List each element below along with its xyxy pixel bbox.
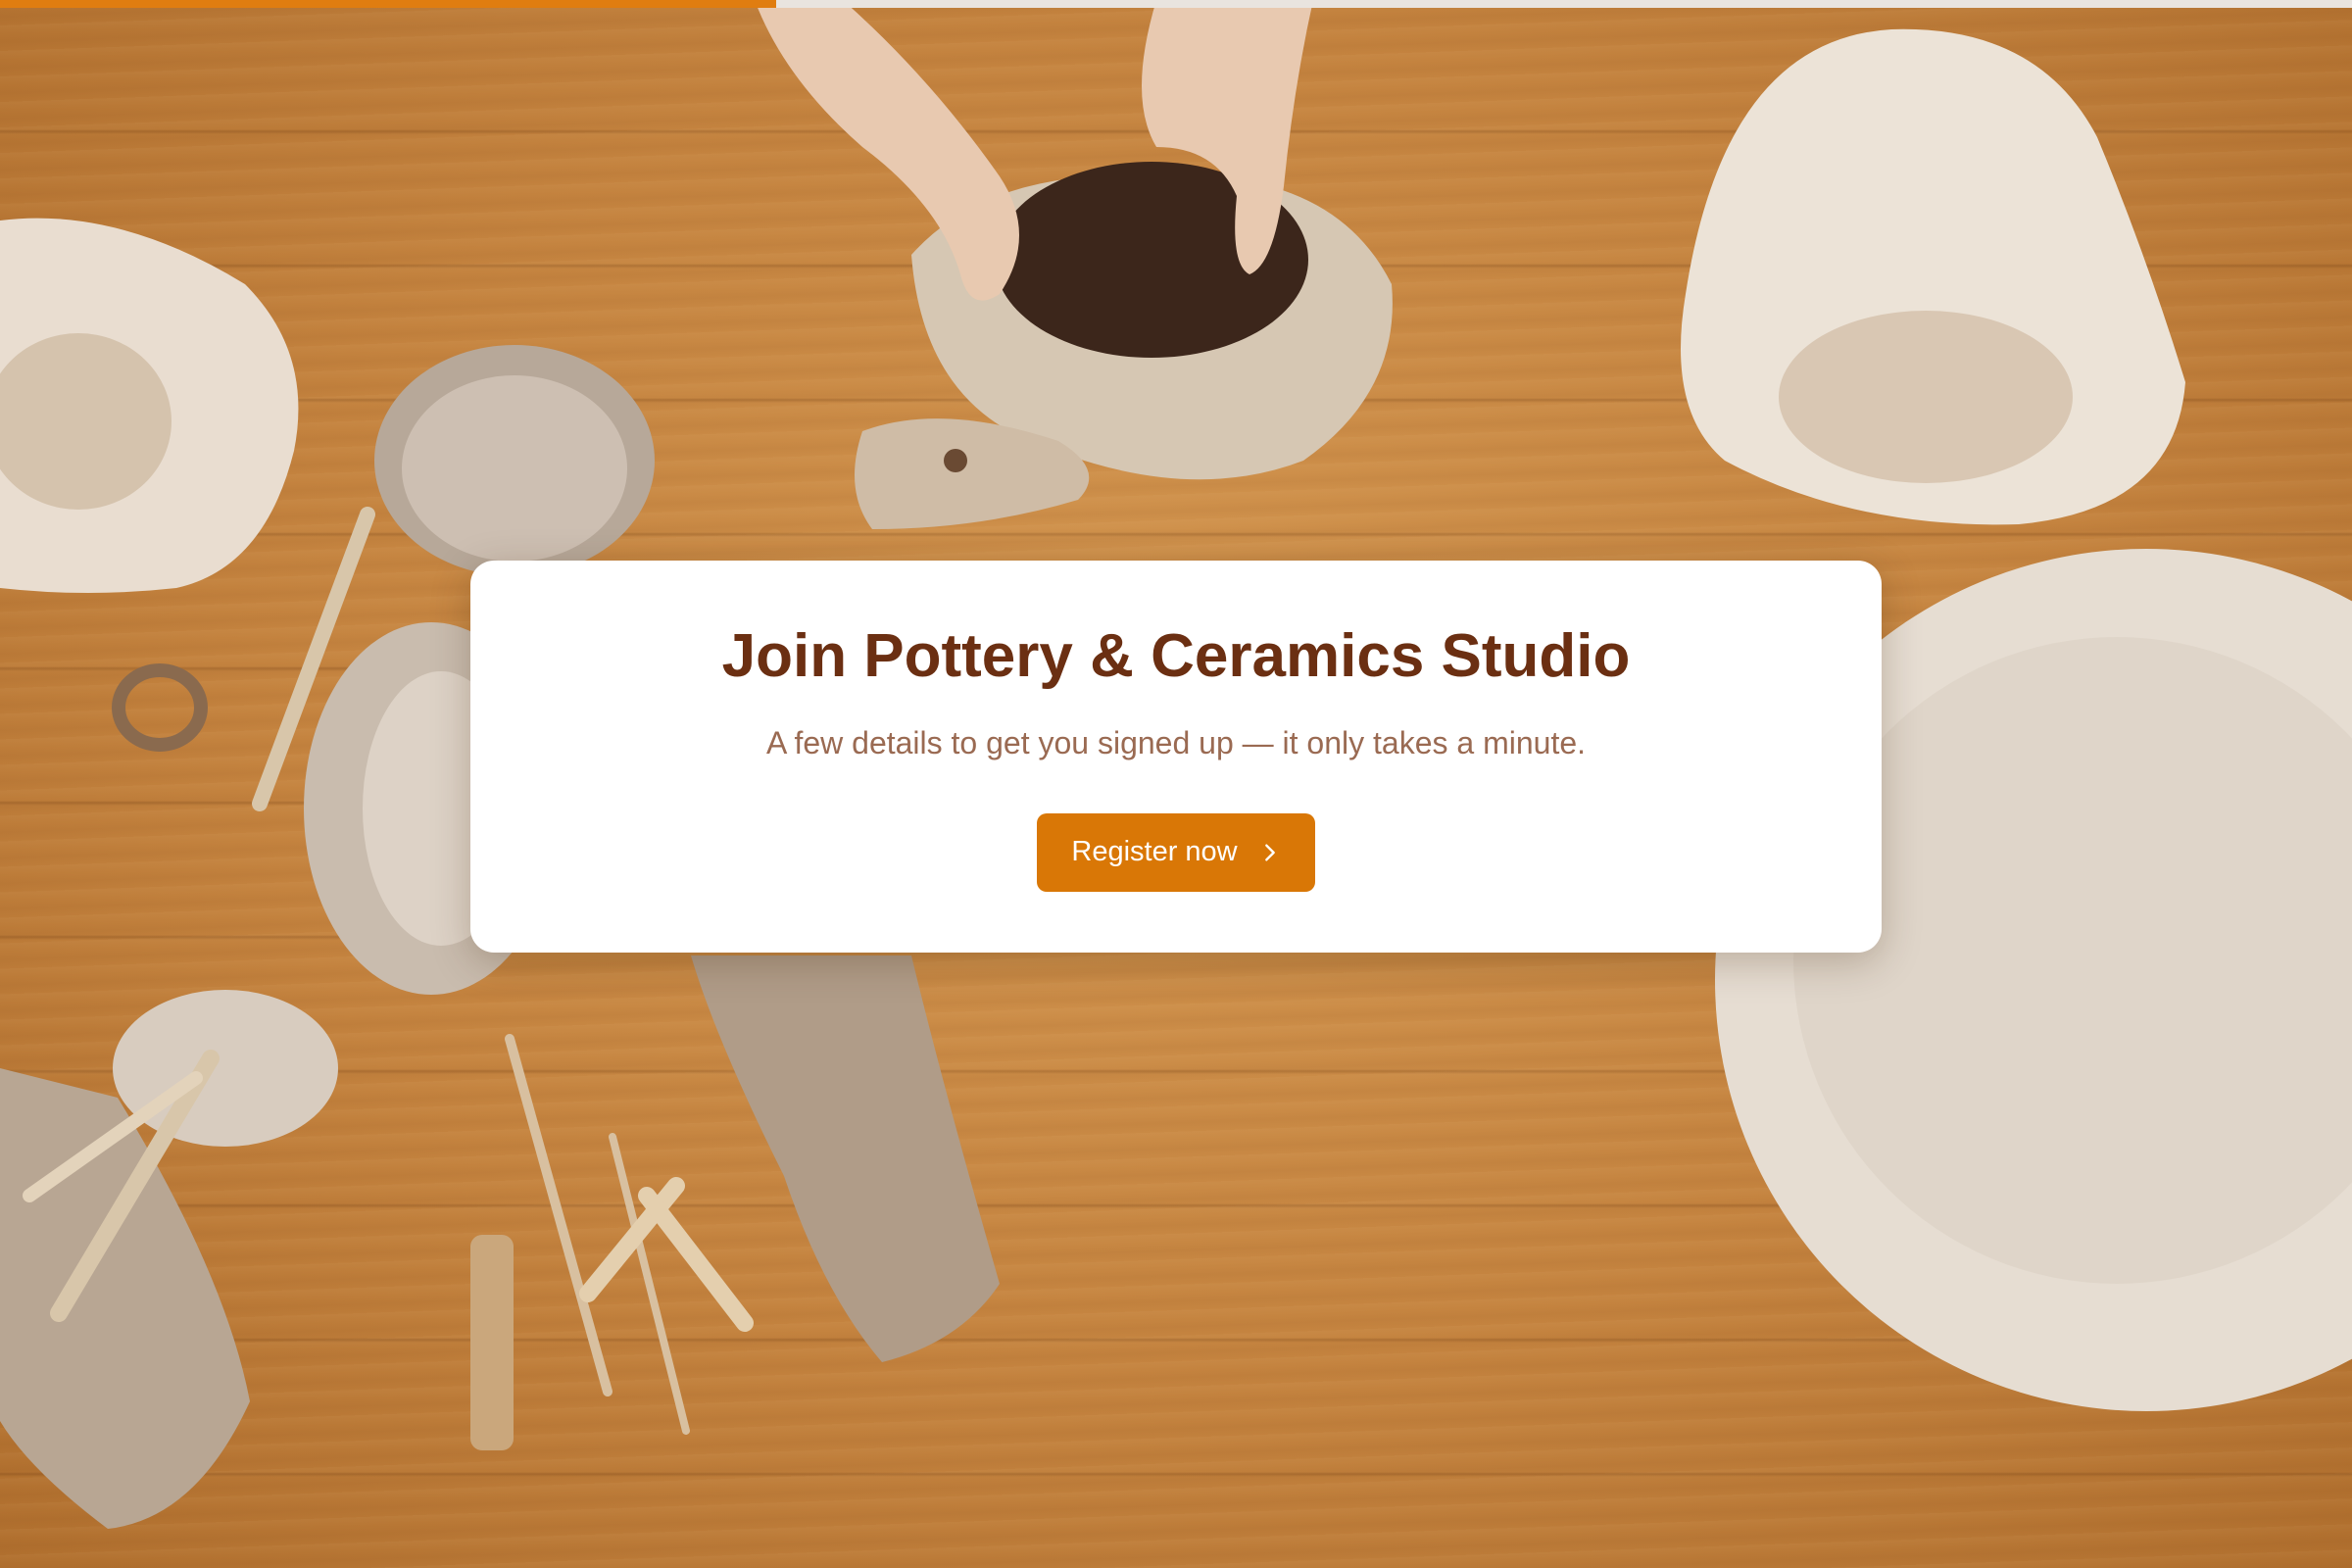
- chevron-right-icon: [1264, 844, 1275, 861]
- register-button-label: Register now: [1071, 836, 1238, 868]
- signup-card: Join Pottery & Ceramics Studio A few det…: [470, 561, 1882, 953]
- progress-bar-fill: [0, 0, 776, 8]
- register-button[interactable]: Register now: [1037, 812, 1315, 892]
- progress-bar: [0, 0, 2352, 8]
- page-title: Join Pottery & Ceramics Studio: [721, 622, 1631, 690]
- page-subtitle: A few details to get you signed up — it …: [765, 725, 1587, 761]
